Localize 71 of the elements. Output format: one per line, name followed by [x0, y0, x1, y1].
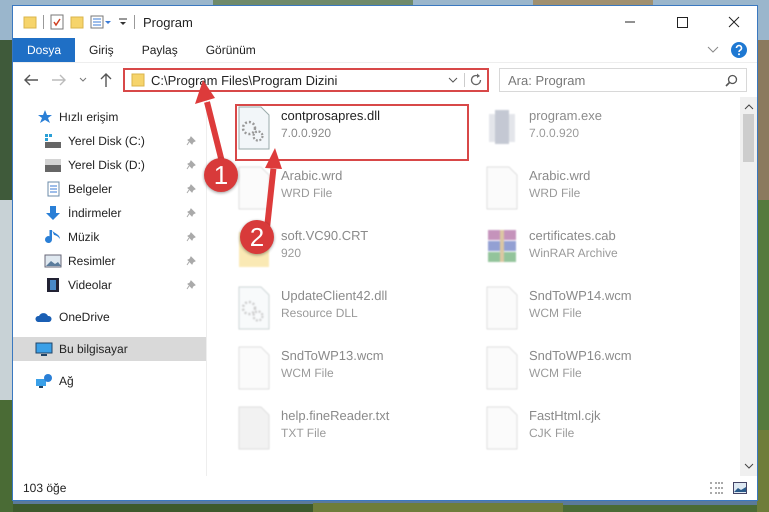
file-detail: WCM File	[529, 366, 583, 380]
dropdown-icon[interactable]	[118, 17, 128, 27]
sidebar-item[interactable]: Bu bilgisayar	[13, 337, 206, 361]
number-badge: 2	[240, 220, 274, 254]
chevron-icon[interactable]	[707, 46, 719, 54]
sidebar-item[interactable]: Videolar	[13, 273, 206, 297]
music-icon	[44, 229, 62, 245]
file-detail: 920	[281, 246, 302, 260]
file-detail: WRD File	[281, 186, 334, 200]
sidebar-item[interactable]: Belgeler	[13, 177, 206, 201]
monitor-icon	[35, 341, 53, 357]
pin-icon[interactable]	[186, 136, 196, 146]
drive-icon	[44, 133, 62, 149]
gear-file-icon	[237, 106, 271, 150]
scroll-down-icon[interactable]	[744, 463, 754, 470]
ribbon-tab[interactable]: Giriş	[75, 38, 128, 62]
scroll-up-icon[interactable]	[744, 103, 754, 110]
help-icon[interactable]	[731, 42, 747, 58]
ribbon-tab[interactable]: Görünüm	[192, 38, 270, 62]
sidebar-item[interactable]: OneDrive	[13, 305, 206, 329]
pin-icon[interactable]	[186, 280, 196, 290]
scrollbar[interactable]	[740, 97, 757, 476]
folder-icon	[131, 73, 145, 87]
scroll-thumb[interactable]	[743, 114, 754, 162]
refresh-icon[interactable]	[464, 73, 483, 87]
window-title: Program	[143, 14, 193, 30]
details-view-icon[interactable]	[709, 481, 725, 495]
address-field[interactable]: C:\Program Files\Program Dizini	[123, 68, 489, 92]
number-badge: 1	[204, 158, 238, 192]
file-icon	[237, 406, 271, 450]
pin-icon[interactable]	[186, 208, 196, 218]
file-detail: WCM File	[529, 306, 583, 320]
dropdown-icon[interactable]	[448, 76, 458, 84]
pin-icon[interactable]	[186, 160, 196, 170]
gear-file-icon	[237, 286, 271, 330]
sidebar-item[interactable]: Müzik	[13, 225, 206, 249]
large-icons-view-icon[interactable]	[733, 482, 747, 494]
sidebar-item[interactable]: Ağ	[13, 369, 206, 393]
back-icon[interactable]	[23, 73, 39, 87]
film-icon	[44, 277, 62, 293]
search-field[interactable]: Ara: Program	[499, 68, 747, 92]
up-icon[interactable]	[99, 72, 113, 88]
recent-icon[interactable]	[79, 77, 87, 83]
file-detail: WRD File	[529, 186, 582, 200]
file-detail: 7.0.0.920	[281, 126, 332, 140]
pin-icon[interactable]	[186, 256, 196, 266]
file-detail: WinRAR Archive	[529, 246, 618, 260]
file-detail: TXT File	[281, 426, 328, 440]
file-name[interactable]: contprosapres.dll	[281, 108, 380, 123]
file-detail: CJK File	[529, 426, 576, 440]
file-icon	[237, 166, 271, 210]
item-count: 103 öğe	[23, 481, 66, 495]
pin-icon[interactable]	[186, 232, 196, 242]
pin-icon[interactable]	[186, 184, 196, 194]
sidebar-item[interactable]: Yerel Disk (D:)	[13, 153, 206, 177]
download-icon	[44, 205, 62, 221]
properties-icon[interactable]	[50, 14, 64, 30]
network-icon	[35, 373, 53, 389]
sidebar-item[interactable]: Resimler	[13, 249, 206, 273]
sidebar-item[interactable]: Yerel Disk (C:)	[13, 129, 206, 153]
file-detail: WCM File	[281, 366, 335, 380]
picture-icon	[44, 253, 62, 269]
file-detail: Resource DLL	[281, 306, 359, 320]
drive-icon	[44, 157, 62, 173]
sidebar-item[interactable]: İndirmeler	[13, 201, 206, 225]
ribbon-tab[interactable]: Paylaş	[128, 38, 192, 62]
customize-icon[interactable]	[90, 15, 112, 29]
search-icon	[725, 74, 738, 86]
sidebar-item[interactable]: Hızlı erişim	[13, 105, 206, 129]
file-detail: 7.0.0.920	[529, 126, 580, 140]
ribbon-tab[interactable]: Dosya	[13, 38, 76, 62]
